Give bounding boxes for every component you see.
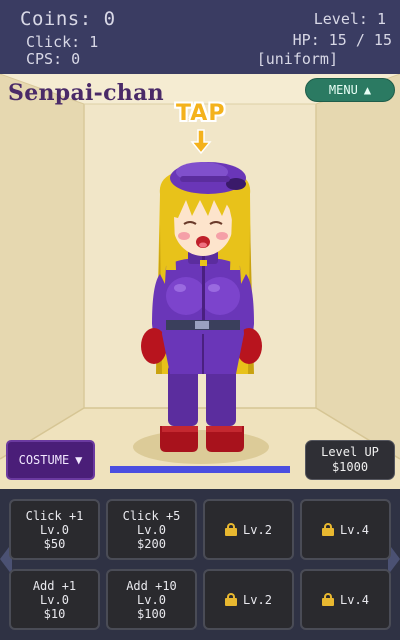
level-progress-bar [110,466,290,473]
upgrade-cost: $100 [137,606,166,621]
upgrade-click-plus-5[interactable]: Click +5 Lv.0 $200 [106,499,197,560]
upgrade-cost: $10 [43,606,66,621]
level-display: Level: 1 [313,10,386,28]
lock-icon [225,593,238,606]
lock-icon [322,593,335,606]
hp-display: HP: 15 / 15 [292,31,392,49]
locked-upgrade-lv4-bottom[interactable]: Lv.4 [300,569,391,630]
upgrade-add-plus-1[interactable]: Add +1 Lv.0 $10 [9,569,100,630]
outfit-display: [uniform] [256,50,338,68]
level-progress-fill [110,466,290,473]
level-up-button[interactable]: Level UP $1000 [305,440,395,480]
upgrade-add-plus-10[interactable]: Add +10 Lv.0 $100 [106,569,197,630]
click-power: Click: 1 [26,33,99,51]
upgrade-click-plus-1[interactable]: Click +1 Lv.0 $50 [9,499,100,560]
unlock-level: Lv.4 [340,592,369,607]
locked-upgrade-lv2-top[interactable]: Lv.2 [203,499,294,560]
locked-upgrade-lv2-bottom[interactable]: Lv.2 [203,569,294,630]
coins-per-second: CPS: 0 [26,50,81,68]
upgrade-level: Lv.0 [137,592,166,607]
upgrade-cost: $200 [137,536,166,551]
unlock-level: Lv.2 [243,592,272,607]
costume-button[interactable]: COSTUME ▼ [6,440,95,480]
upgrade-label: Add +1 [32,578,77,593]
coins-counter: Coins: 0 [20,8,116,30]
upgrade-level: Lv.0 [137,522,166,537]
upgrade-label: Add +10 [126,578,177,593]
upgrade-label: Click +1 [25,508,84,523]
upgrade-level: Lv.0 [40,522,69,537]
unlock-level: Lv.2 [243,522,272,537]
game-room: Senpai-chan MENU ▲ TAP COSTUME ▼ Level U… [0,74,400,489]
lock-icon [225,523,238,536]
unlock-level: Lv.4 [340,522,369,537]
level-up-label: Level UP [321,445,379,459]
locked-upgrade-lv4-top[interactable]: Lv.4 [300,499,391,560]
level-up-cost: $1000 [331,460,369,474]
hud-bar: Coins: 0 Click: 1 CPS: 0 Level: 1 HP: 15… [0,0,400,74]
triangle-down-icon: ▼ [75,453,83,467]
character-sprite[interactable] [0,74,400,489]
upgrade-level: Lv.0 [40,592,69,607]
lock-icon [322,523,335,536]
upgrade-shop: Click +1 Lv.0 $50 Click +5 Lv.0 $200 Lv.… [0,489,400,640]
upgrade-cost: $50 [43,536,66,551]
upgrade-label: Click +5 [122,508,181,523]
costume-label: COSTUME [18,453,70,467]
